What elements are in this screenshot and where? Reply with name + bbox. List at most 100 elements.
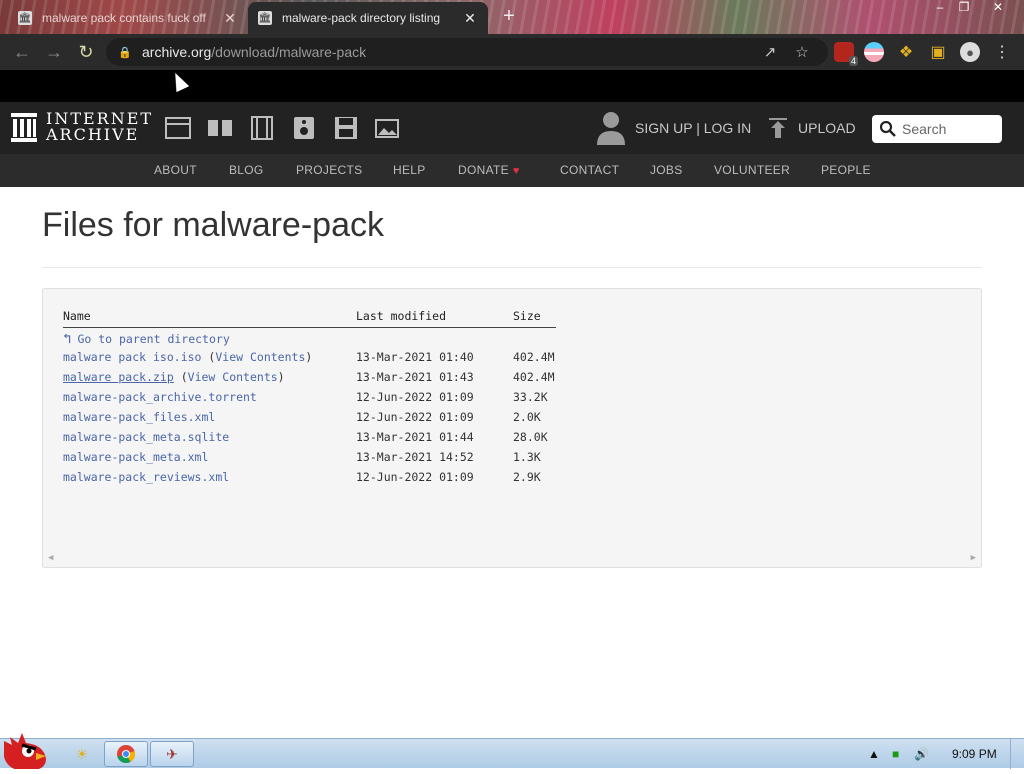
bookmarks-bar bbox=[0, 70, 1024, 102]
signup-login-link[interactable]: SIGN UP | LOG IN bbox=[635, 120, 751, 136]
angry-bird-start-icon bbox=[4, 733, 46, 771]
browser-tab-active[interactable]: 🏛 malware-pack directory listing ✕ bbox=[248, 2, 488, 34]
nav-about[interactable]: ABOUT bbox=[154, 163, 197, 177]
ublock-extension-icon[interactable]: 4 bbox=[834, 42, 858, 66]
table-row: malware-pack_meta.xml 13-Mar-2021 14:52 … bbox=[63, 447, 556, 467]
url-host: archive.org bbox=[142, 44, 212, 60]
ia-logo[interactable]: INTERNET ARCHIVE bbox=[10, 111, 153, 143]
clock[interactable]: 9:09 PM bbox=[952, 745, 997, 763]
file-link[interactable]: malware-pack_archive.torrent bbox=[63, 390, 257, 404]
back-arrow-icon[interactable]: ← bbox=[10, 40, 34, 64]
nav-contact[interactable]: CONTACT bbox=[560, 163, 619, 177]
view-contents-link[interactable]: View Contents bbox=[215, 350, 305, 364]
nav-jobs[interactable]: JOBS bbox=[650, 163, 683, 177]
file-modified: 12-Jun-2022 01:09 bbox=[356, 410, 474, 424]
file-modified: 13-Mar-2021 01:43 bbox=[356, 370, 474, 384]
bookmark-star-icon[interactable]: ☆ bbox=[792, 42, 812, 62]
texts-book-icon[interactable] bbox=[207, 115, 233, 141]
nav-donate-wrap[interactable]: DONATE ♥ bbox=[458, 163, 520, 177]
file-size: 2.9K bbox=[513, 470, 541, 484]
battery-icon[interactable]: ■ bbox=[892, 745, 899, 763]
audio-speaker-icon[interactable] bbox=[291, 115, 317, 141]
scroll-right-icon[interactable]: ▶ bbox=[971, 553, 976, 563]
app-taskbar-icon[interactable]: ✈ bbox=[150, 741, 194, 767]
up-arrow-icon: ↰ bbox=[63, 330, 72, 347]
file-link[interactable]: malware-pack_meta.xml bbox=[63, 450, 208, 464]
ia-header: INTERNET ARCHIVE SIGN UP | LOG IN UPLOAD bbox=[0, 102, 1024, 154]
reload-icon[interactable]: ↻ bbox=[74, 40, 98, 64]
archive-favicon-icon: 🏛 bbox=[258, 11, 272, 25]
side-panel-icon[interactable]: ▣ bbox=[928, 42, 948, 62]
minimize-window-icon[interactable]: – bbox=[928, 0, 952, 14]
ia-search-box[interactable] bbox=[872, 115, 1002, 143]
show-desktop-button[interactable] bbox=[1010, 739, 1024, 769]
restore-window-icon[interactable]: ❐ bbox=[952, 0, 976, 14]
nav-blog[interactable]: BLOG bbox=[229, 163, 264, 177]
nav-projects[interactable]: PROJECTS bbox=[296, 163, 362, 177]
file-modified: 13-Mar-2021 01:40 bbox=[356, 350, 474, 364]
chrome-menu-icon[interactable]: ⋮ bbox=[992, 42, 1012, 62]
page-title: Files for malware-pack bbox=[42, 206, 384, 244]
search-input[interactable] bbox=[902, 121, 998, 137]
column-header-name: Name bbox=[63, 309, 356, 328]
parent-directory-link[interactable]: ↰ Go to parent directory bbox=[63, 330, 230, 347]
search-icon[interactable] bbox=[880, 121, 896, 137]
new-tab-button[interactable]: + bbox=[498, 4, 520, 28]
browser-toolbar: ← → ↻ 🔒 archive.org/download/malware-pac… bbox=[0, 34, 1024, 70]
table-row: malware-pack_files.xml 12-Jun-2022 01:09… bbox=[63, 407, 556, 427]
user-icon bbox=[597, 112, 625, 145]
parent-directory-label: Go to parent directory bbox=[77, 331, 230, 346]
nav-people[interactable]: PEOPLE bbox=[821, 163, 871, 177]
column-header-size: Size bbox=[513, 309, 556, 328]
table-row: malware pack iso.iso (View Contents) 13-… bbox=[63, 347, 556, 367]
windows-taskbar: ☀ ✈ ▲ ■ 🔊 9:09 PM bbox=[0, 733, 1024, 771]
file-link[interactable]: malware-pack_meta.sqlite bbox=[63, 430, 229, 444]
file-size: 28.0K bbox=[513, 430, 548, 444]
file-link[interactable]: malware pack iso.iso bbox=[63, 350, 201, 364]
start-button[interactable] bbox=[0, 731, 50, 771]
tray-expand-icon[interactable]: ▲ bbox=[868, 745, 880, 763]
images-icon[interactable] bbox=[375, 115, 401, 141]
software-floppy-icon[interactable] bbox=[333, 115, 359, 141]
file-link[interactable]: malware-pack_reviews.xml bbox=[63, 470, 229, 484]
divider bbox=[42, 267, 982, 268]
explorer-taskbar-icon[interactable]: ☀ bbox=[60, 741, 104, 767]
file-size: 2.0K bbox=[513, 410, 541, 424]
browser-tab-inactive[interactable]: 🏛 malware pack contains fuck off ✕ bbox=[8, 2, 248, 34]
video-film-icon[interactable] bbox=[249, 115, 275, 141]
extension-badge: 4 bbox=[848, 56, 858, 66]
table-row: malware-pack_archive.torrent 12-Jun-2022… bbox=[63, 387, 556, 407]
file-modified: 12-Jun-2022 01:09 bbox=[356, 470, 474, 484]
chrome-taskbar-icon[interactable] bbox=[104, 741, 148, 767]
table-row: malware-pack_meta.sqlite 13-Mar-2021 01:… bbox=[63, 427, 556, 447]
file-table: Name Last modified Size ↰ Go to parent di… bbox=[63, 309, 556, 487]
scroll-left-icon[interactable]: ◀ bbox=[48, 553, 53, 563]
view-contents-link[interactable]: View Contents bbox=[188, 370, 278, 384]
extensions-puzzle-icon[interactable]: ❖ bbox=[896, 42, 916, 62]
url-path: /download/malware-pack bbox=[211, 44, 367, 60]
file-link[interactable]: malware pack.zip bbox=[63, 370, 174, 384]
nav-volunteer[interactable]: VOLUNTEER bbox=[714, 163, 790, 177]
file-link[interactable]: malware-pack_files.xml bbox=[63, 410, 215, 424]
web-icon[interactable] bbox=[165, 115, 191, 141]
upload-arrow-icon bbox=[769, 118, 787, 138]
profile-avatar-icon[interactable]: ● bbox=[960, 42, 980, 62]
address-bar[interactable]: 🔒 archive.org/download/malware-pack ↗ ☆ bbox=[106, 38, 828, 66]
user-login[interactable]: SIGN UP | LOG IN bbox=[596, 102, 751, 154]
flag-extension-icon[interactable] bbox=[864, 42, 884, 62]
upload-link[interactable]: UPLOAD bbox=[768, 102, 856, 154]
logo-line-2: ARCHIVE bbox=[46, 125, 140, 144]
archive-temple-icon bbox=[11, 113, 37, 142]
nav-donate[interactable]: DONATE bbox=[458, 163, 509, 177]
forward-arrow-icon[interactable]: → bbox=[42, 40, 66, 64]
upload-label: UPLOAD bbox=[798, 120, 856, 136]
share-icon[interactable]: ↗ bbox=[760, 42, 780, 62]
nav-help[interactable]: HELP bbox=[393, 163, 426, 177]
file-size: 1.3K bbox=[513, 450, 541, 464]
close-window-icon[interactable]: ✕ bbox=[986, 0, 1010, 14]
close-tab-icon[interactable]: ✕ bbox=[462, 10, 478, 27]
close-tab-icon[interactable]: ✕ bbox=[222, 10, 238, 27]
archive-favicon-icon: 🏛 bbox=[18, 11, 32, 25]
volume-icon[interactable]: 🔊 bbox=[914, 745, 929, 763]
file-size: 402.4M bbox=[513, 350, 555, 364]
